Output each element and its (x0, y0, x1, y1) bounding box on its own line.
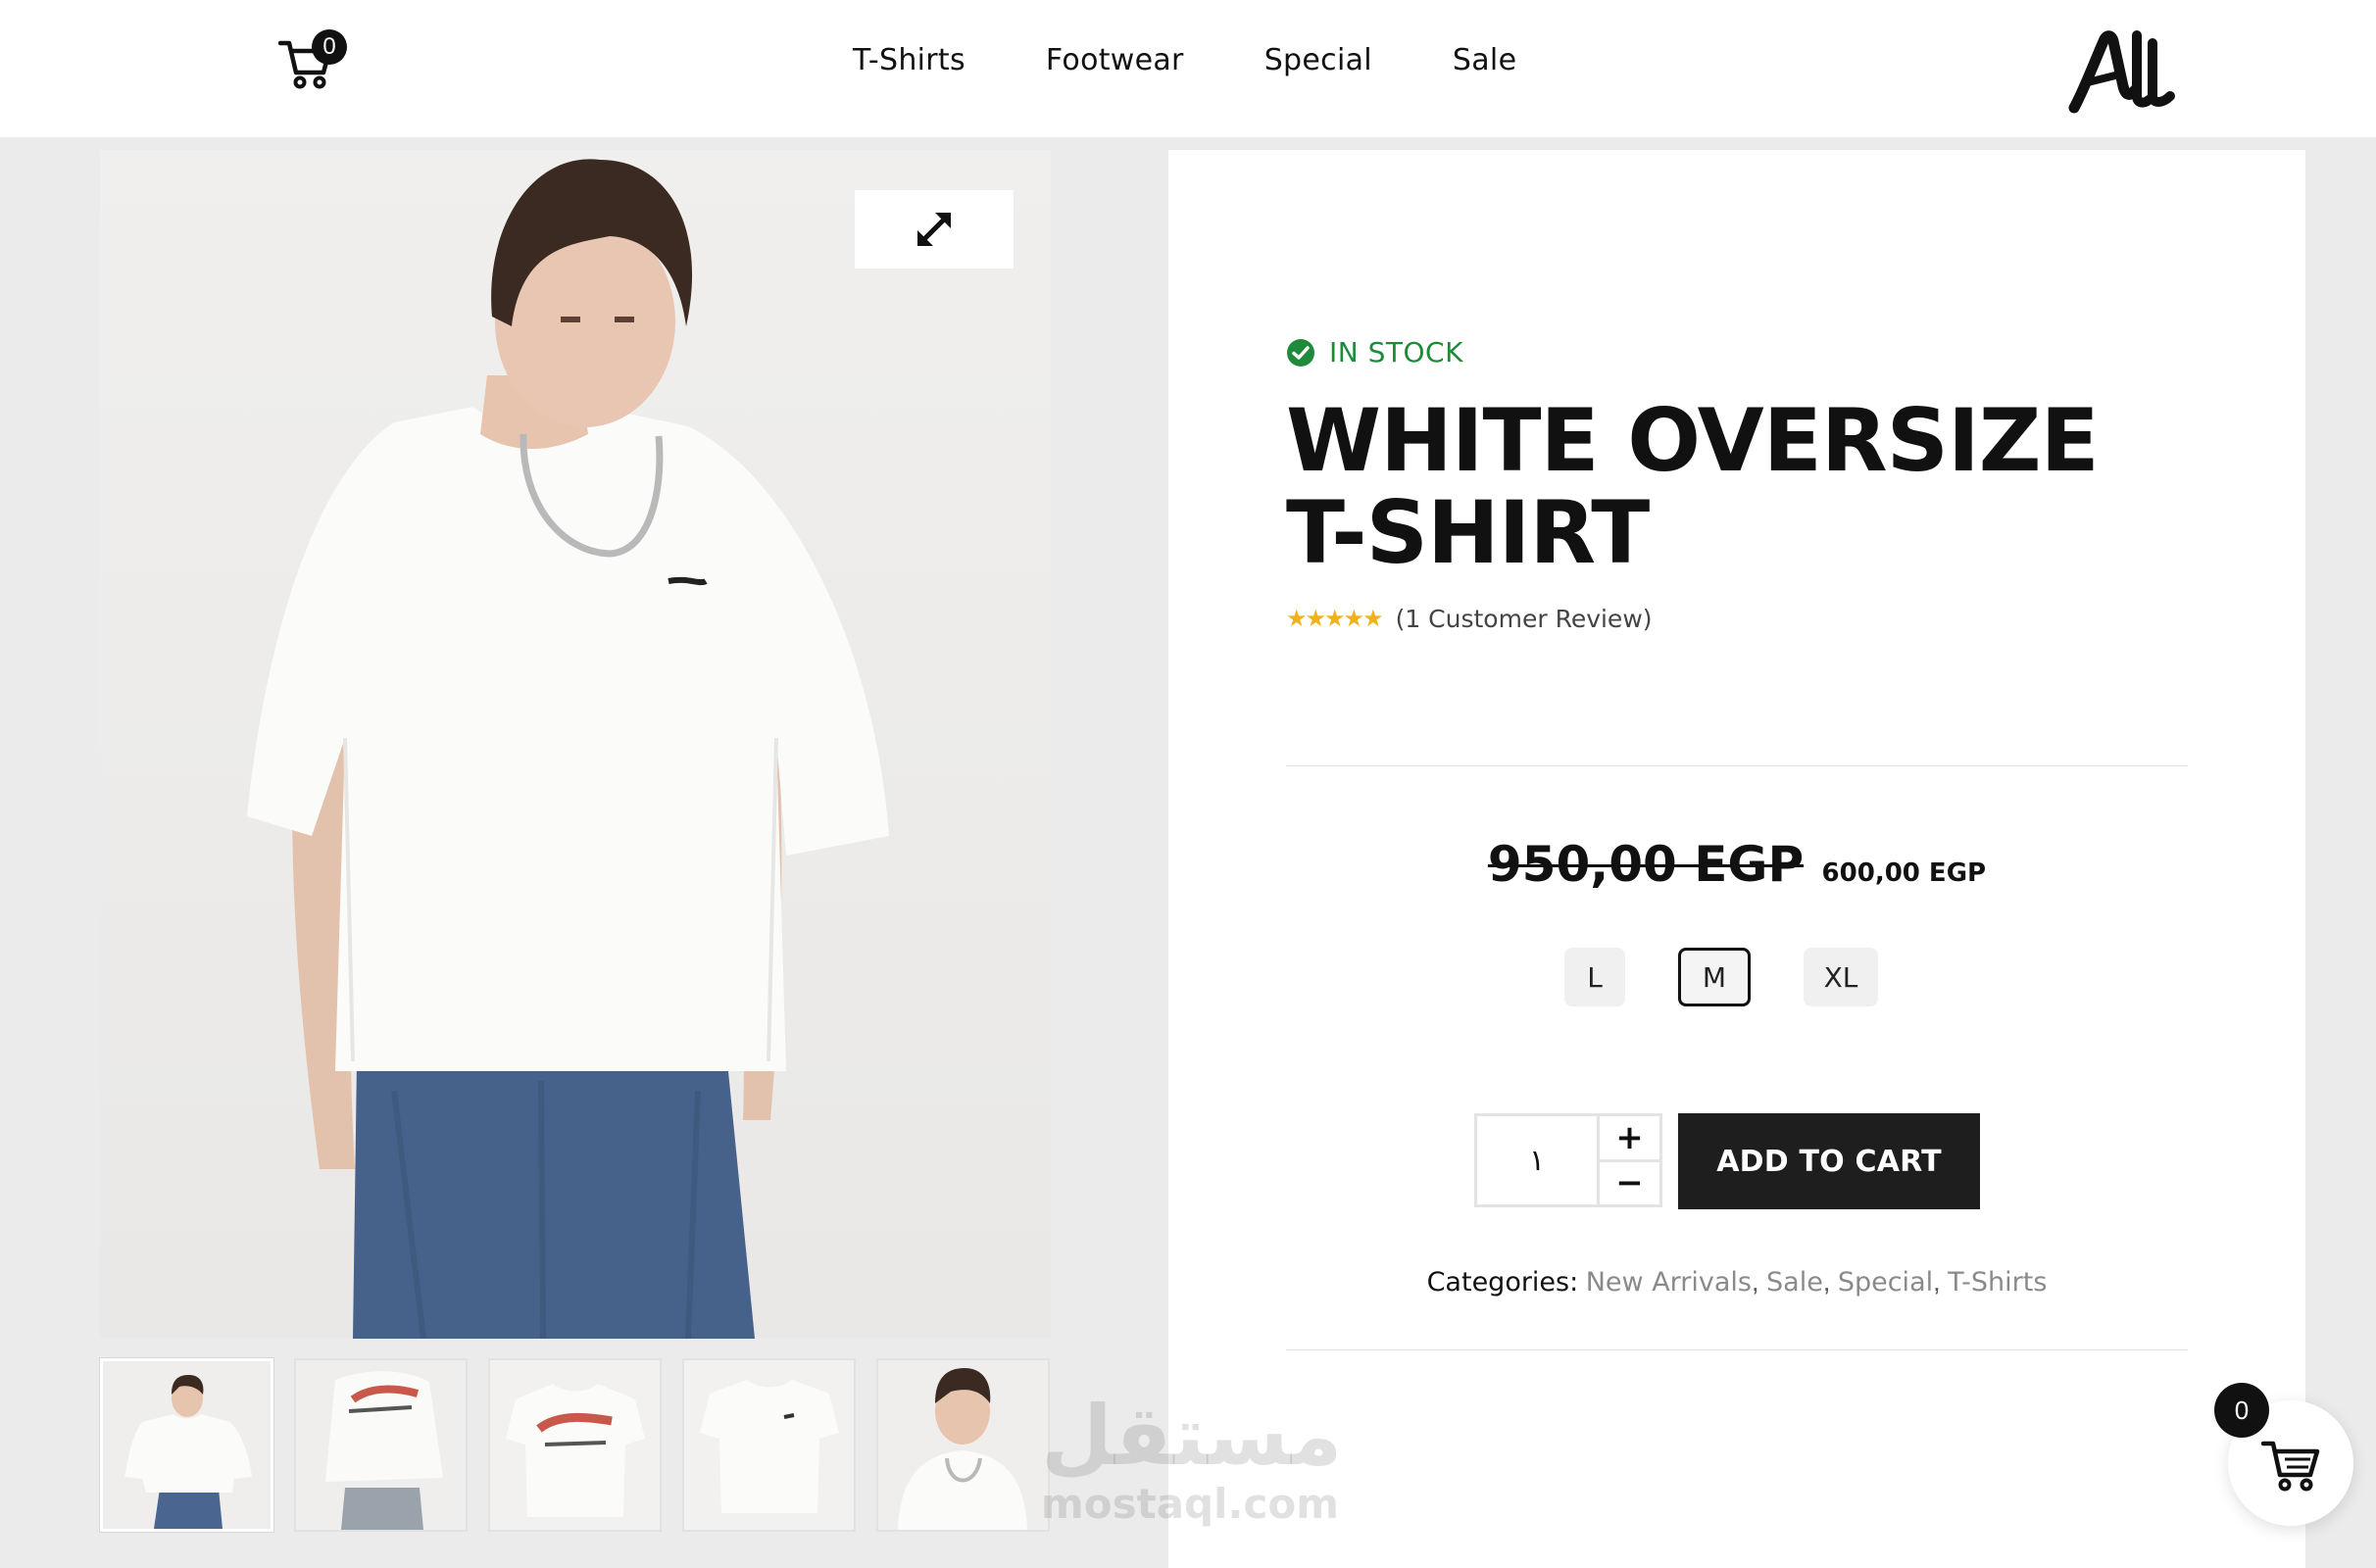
quantity-input[interactable] (1477, 1116, 1600, 1204)
category-link-new-arrivals[interactable]: New Arrivals (1586, 1267, 1752, 1298)
site-header: 0 T-Shirts Footwear Special Sale (0, 0, 2376, 137)
thumbnail-3[interactable] (488, 1358, 662, 1532)
thumbnail-2[interactable] (294, 1358, 468, 1532)
thumbnail-image (684, 1360, 854, 1530)
quantity-increase-button[interactable]: + (1600, 1116, 1659, 1162)
main-nav: T-Shirts Footwear Special Sale (853, 43, 1597, 77)
nav-item-sale[interactable]: Sale (1453, 43, 1516, 77)
thumbnail-1[interactable] (99, 1357, 274, 1533)
thumbnail-strip (99, 1357, 1070, 1533)
size-option-l[interactable]: L (1564, 948, 1625, 1006)
thumbnail-5[interactable] (876, 1358, 1050, 1532)
floating-cart-button[interactable]: 0 (2214, 1383, 2353, 1526)
category-link-special[interactable]: Special (1838, 1267, 1933, 1298)
divider-bottom (1286, 1349, 2188, 1350)
categories-label: Categories: (1426, 1267, 1579, 1298)
thumbnail-4[interactable] (682, 1358, 856, 1532)
divider-top (1286, 765, 2188, 766)
price-block: 950,00 EGP 600,00 EGP (1168, 836, 2305, 893)
cart-count-badge: 0 (312, 29, 347, 65)
brand-logo[interactable] (2068, 25, 2176, 114)
category-link-tshirts[interactable]: T-Shirts (1948, 1267, 2047, 1298)
nav-item-footwear[interactable]: Footwear (1046, 43, 1184, 77)
thumbnail-image (490, 1360, 660, 1530)
add-to-cart-button[interactable]: ADD TO CART (1678, 1113, 1980, 1209)
product-summary-panel: IN STOCK WHITE OVERSIZE T-SHIRT ★★★★★ (1… (1168, 150, 2305, 1568)
review-count-link[interactable]: (1 Customer Review) (1396, 605, 1653, 633)
sale-price: 600,00 EGP (1821, 858, 1987, 888)
zoom-button[interactable] (855, 190, 1014, 269)
thumbnail-image (296, 1360, 466, 1530)
stock-status: IN STOCK (1286, 336, 1463, 368)
rating-stars-icon: ★★★★★ (1286, 606, 1384, 632)
size-option-m[interactable]: M (1678, 948, 1751, 1006)
size-option-xl[interactable]: XL (1804, 948, 1878, 1006)
category-link-sale[interactable]: Sale (1766, 1267, 1823, 1298)
product-categories: Categories: New Arrivals, Sale, Special,… (1426, 1267, 2048, 1298)
size-selector: L M XL (1564, 948, 1878, 1006)
floating-cart-count-badge: 0 (2214, 1383, 2269, 1438)
product-title: WHITE OVERSIZE T-SHIRT (1286, 390, 2100, 583)
nav-item-tshirts[interactable]: T-Shirts (853, 43, 965, 77)
cart-icon (2261, 1441, 2320, 1492)
thumbnail-image (103, 1361, 271, 1529)
expand-arrows-icon (917, 213, 951, 246)
header-cart-button[interactable]: 0 (278, 29, 357, 98)
product-rating[interactable]: ★★★★★ (1 Customer Review) (1286, 605, 1653, 633)
quantity-steps: + − (1600, 1116, 1659, 1204)
old-price: 950,00 EGP (1487, 836, 1805, 893)
thumbnail-image (878, 1360, 1048, 1530)
quantity-stepper: + − (1474, 1113, 1662, 1207)
check-circle-icon (1287, 338, 1314, 367)
quantity-decrease-button[interactable]: − (1600, 1162, 1659, 1205)
product-main-image[interactable] (100, 150, 1051, 1339)
stock-status-text: IN STOCK (1329, 336, 1463, 368)
model-photo (247, 159, 889, 1339)
nav-item-special[interactable]: Special (1264, 43, 1372, 77)
